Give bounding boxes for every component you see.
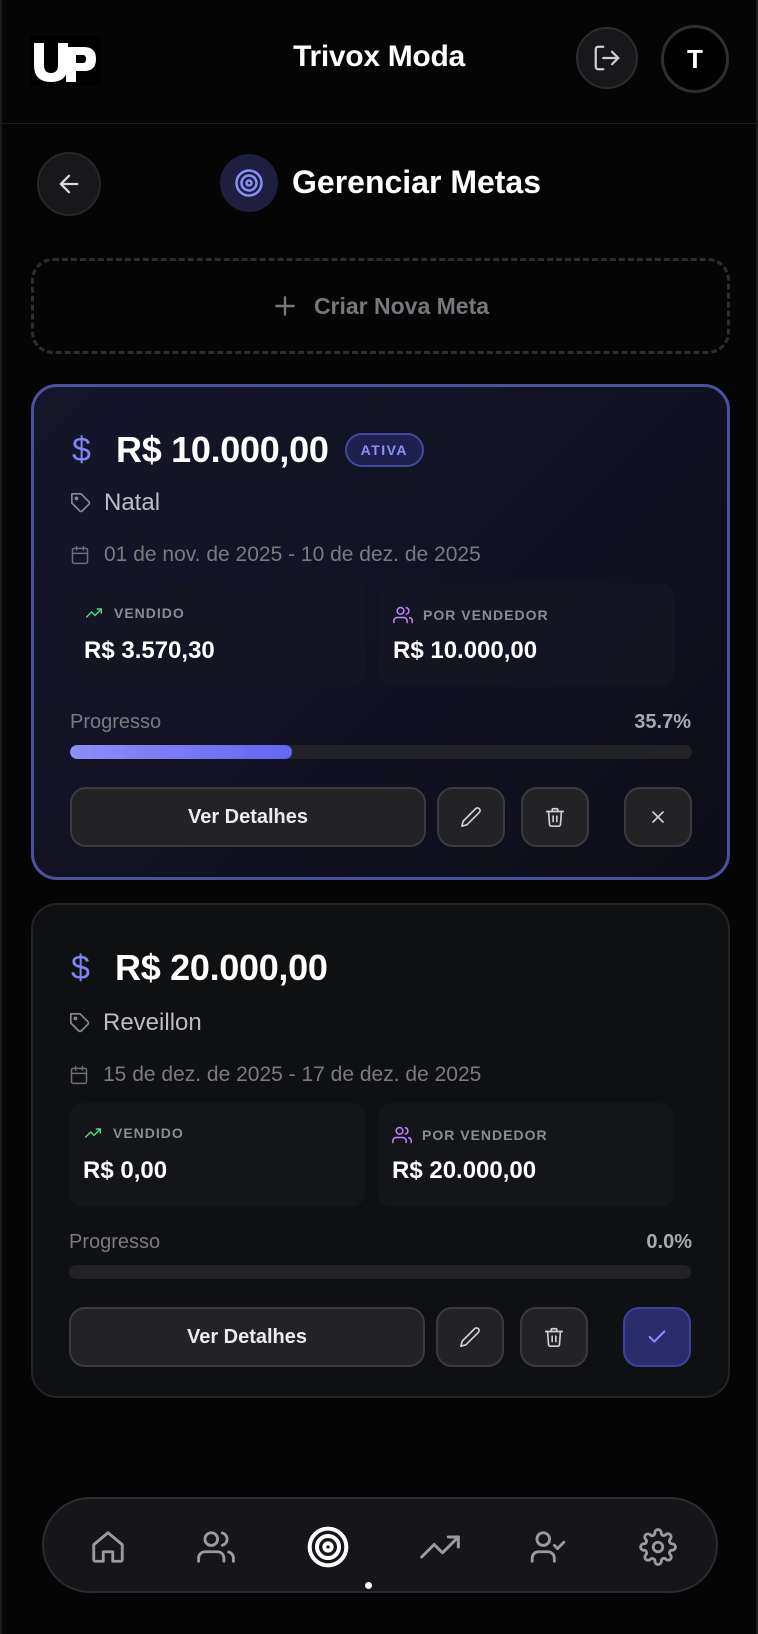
tag-icon: [71, 493, 91, 513]
sold-stat: VENDIDO R$ 0,00: [69, 1103, 365, 1207]
app-title: Trivox Moda: [293, 40, 465, 73]
goal-period: 15 de dez. de 2025 - 17 de dez. de 2025: [103, 1063, 482, 1086]
per-seller-value: R$ 10.000,00: [393, 637, 538, 664]
per-seller-stat: POR VENDEDOR R$ 10.000,00: [379, 583, 675, 687]
goal-period-row: 15 de dez. de 2025 - 17 de dez. de 2025: [69, 1063, 481, 1087]
sold-label-row: VENDIDO: [83, 1125, 184, 1141]
view-details-button[interactable]: Ver Detalhes: [70, 787, 426, 847]
progress-bar: [70, 745, 692, 759]
bottom-navigation: [42, 1497, 718, 1593]
progress-bar: [69, 1265, 691, 1279]
goal-period-row: 01 de nov. de 2025 - 10 de dez. de 2025: [70, 543, 481, 567]
target-icon: [220, 154, 278, 212]
goal-amount-row: $ R$ 10.000,00 ATIVA: [72, 429, 424, 471]
close-icon: [652, 811, 664, 823]
edit-button[interactable]: [436, 1307, 504, 1367]
calendar-icon: [71, 545, 89, 565]
progress-label: Progresso: [70, 711, 162, 733]
plus-icon: [275, 296, 295, 316]
trash-icon: [544, 1327, 564, 1347]
trending-up-icon: [420, 1535, 460, 1559]
settings-icon: [639, 1528, 677, 1566]
goal-name: Reveillon: [103, 1009, 202, 1036]
goal-card: $ R$ 10.000,00 ATIVA Natal 01 de nov. de…: [31, 384, 730, 880]
nav-sellers[interactable]: [518, 1517, 578, 1577]
user-check-icon: [530, 1531, 566, 1563]
sold-label: VENDIDO: [114, 605, 185, 621]
arrow-left-icon: [59, 174, 79, 194]
per-seller-label-row: POR VENDEDOR: [392, 1125, 548, 1145]
users-icon: [197, 1531, 235, 1563]
home-icon: [92, 1531, 124, 1563]
dollar-icon: $: [72, 430, 91, 469]
tag-icon: [70, 1013, 90, 1033]
logout-button[interactable]: [576, 27, 638, 89]
users-icon: [392, 1126, 412, 1144]
activate-button[interactable]: [623, 1307, 691, 1367]
sold-stat: VENDIDO R$ 3.570,30: [70, 583, 366, 687]
users-icon: [393, 606, 413, 624]
calendar-icon: [70, 1065, 88, 1085]
active-indicator: [365, 1582, 372, 1589]
goal-period: 01 de nov. de 2025 - 10 de dez. de 2025: [104, 543, 481, 566]
progress-percent: 35.7%: [634, 711, 691, 733]
user-avatar[interactable]: T: [661, 25, 729, 93]
pencil-icon: [460, 1327, 480, 1347]
per-seller-label: POR VENDEDOR: [422, 1127, 548, 1143]
dollar-icon: $: [71, 948, 90, 987]
check-icon: [648, 1330, 666, 1343]
trending-up-icon: [84, 1128, 102, 1138]
page-title: Gerenciar Metas: [292, 164, 542, 200]
goal-name-row: Natal: [70, 489, 160, 517]
back-button[interactable]: [37, 152, 101, 216]
nav-users[interactable]: [186, 1517, 246, 1577]
goal-card: $ R$ 20.000,00 Reveillon 15 de dez. de 2…: [31, 903, 730, 1398]
progress-fill: [70, 745, 293, 759]
view-details-button[interactable]: Ver Detalhes: [69, 1307, 425, 1367]
target-icon: [307, 1526, 349, 1568]
sold-value: R$ 3.570,30: [84, 637, 215, 664]
create-goal-button[interactable]: Criar Nova Meta: [31, 258, 730, 354]
logout-icon: [594, 45, 620, 71]
nav-sales[interactable]: [410, 1517, 470, 1577]
sold-label-row: VENDIDO: [84, 605, 185, 621]
nav-settings[interactable]: [628, 1517, 688, 1577]
goal-amount: R$ 20.000,00: [115, 947, 328, 988]
sold-value: R$ 0,00: [83, 1157, 168, 1184]
goal-name: Natal: [104, 489, 161, 516]
goal-amount-row: $ R$ 20.000,00: [71, 947, 328, 989]
per-seller-value: R$ 20.000,00: [392, 1157, 537, 1184]
per-seller-label-row: POR VENDEDOR: [393, 605, 549, 625]
goal-name-row: Reveillon: [69, 1009, 202, 1037]
per-seller-stat: POR VENDEDOR R$ 20.000,00: [378, 1103, 674, 1207]
edit-button[interactable]: [437, 787, 505, 847]
delete-button[interactable]: [520, 1307, 588, 1367]
progress-label: Progresso: [69, 1231, 161, 1253]
delete-button[interactable]: [521, 787, 589, 847]
progress-percent: 0.0%: [646, 1231, 692, 1253]
nav-goals[interactable]: [298, 1517, 358, 1577]
pencil-icon: [461, 807, 481, 827]
create-goal-label: Criar Nova Meta: [313, 292, 490, 319]
deactivate-button[interactable]: [624, 787, 692, 847]
nav-home[interactable]: [78, 1517, 138, 1577]
trash-icon: [545, 807, 565, 827]
top-header: Trivox Moda T: [0, 0, 758, 124]
per-seller-label: POR VENDEDOR: [423, 607, 549, 623]
goal-amount: R$ 10.000,00: [116, 429, 329, 470]
status-badge: ATIVA: [344, 433, 424, 467]
sold-label: VENDIDO: [113, 1125, 184, 1141]
trending-up-icon: [85, 608, 103, 618]
